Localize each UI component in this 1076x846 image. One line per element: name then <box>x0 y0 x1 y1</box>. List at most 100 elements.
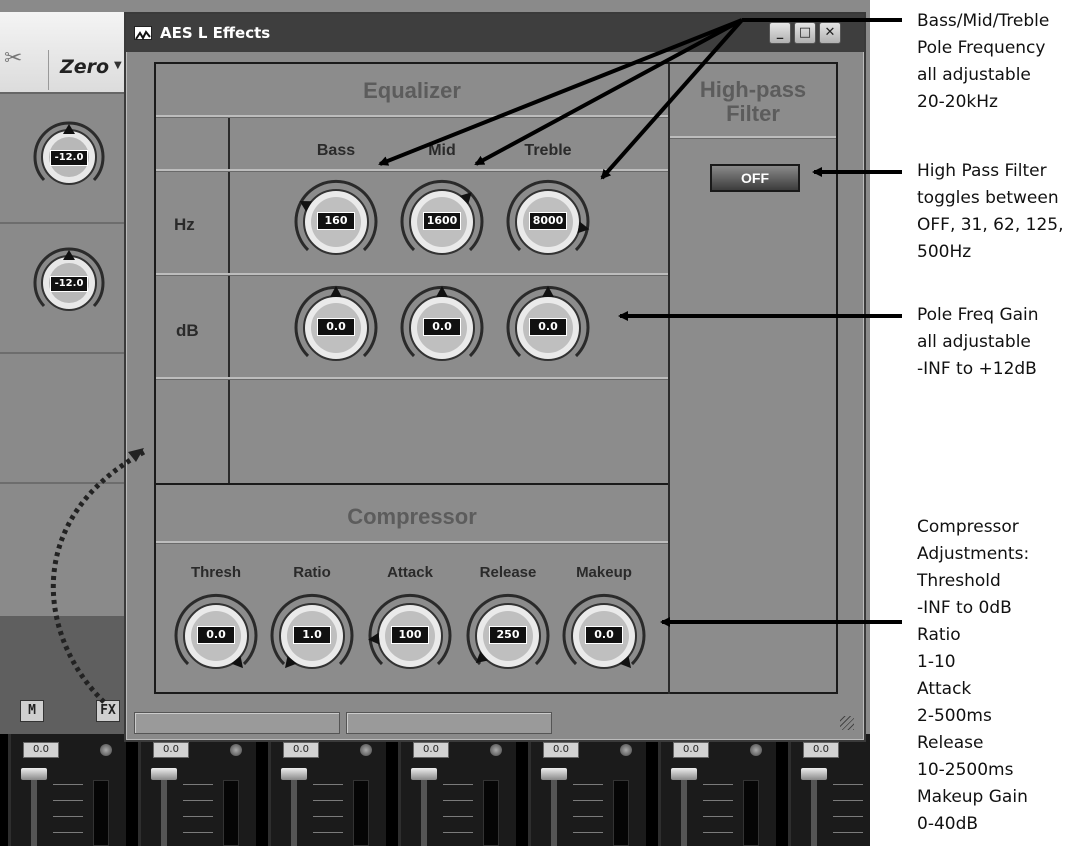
status-bar <box>130 710 858 738</box>
makeup-knob[interactable]: 0.0 <box>558 590 650 682</box>
bass-gain-knob[interactable]: 0.0 <box>290 282 382 374</box>
compressor-title: Compressor <box>347 504 477 529</box>
level-meter <box>93 780 109 846</box>
eq-row-hz: Hz <box>174 215 195 234</box>
grid-divider <box>228 116 230 484</box>
annotation-gain: Pole Freq Gain all adjustable -INF to +1… <box>917 302 1039 383</box>
fx-button[interactable]: FX <box>96 700 120 722</box>
mid-gain-knob[interactable]: 0.0 <box>396 282 488 374</box>
channel-strip: 0.0 <box>658 734 776 846</box>
close-button[interactable]: ✕ <box>819 22 841 44</box>
toolbar-divider <box>48 50 49 90</box>
preset-dropdown[interactable]: Zero <box>60 56 109 78</box>
annotation-line: Pole Freq Gain <box>917 305 1039 325</box>
mid-frequency-knob[interactable]: 1600 <box>396 176 488 268</box>
row-divider <box>0 482 135 484</box>
channel-knob[interactable]: -12.0 <box>30 244 108 322</box>
resize-grip-icon[interactable] <box>840 716 854 730</box>
treble-frequency-knob[interactable]: 8000 <box>502 176 594 268</box>
highpass-title-line2: Filter <box>726 101 780 126</box>
grid-line <box>156 541 668 543</box>
release-knob[interactable]: 250 <box>462 590 554 682</box>
grid-line <box>156 115 668 117</box>
fader-handle[interactable] <box>281 768 307 780</box>
channel-strip: 0.0 <box>528 734 646 846</box>
annotation-line: Bass/Mid/Treble <box>917 11 1050 31</box>
fader-handle[interactable] <box>541 768 567 780</box>
led-icon <box>100 744 112 756</box>
channel-strip: 0.0 <box>788 734 870 846</box>
annotation-line: 500Hz <box>917 242 972 262</box>
channel-strip: 0.0 <box>398 734 516 846</box>
annotation-line: toggles between <box>917 188 1059 208</box>
window-title: AES L Effects <box>160 24 271 42</box>
annotation-line: Release <box>917 733 984 753</box>
level-meter <box>353 780 369 846</box>
fader-handle[interactable] <box>151 768 177 780</box>
attack-knob[interactable]: 100 <box>364 590 456 682</box>
ratio-knob[interactable]: 1.0 <box>266 590 358 682</box>
channel-strip: 0.0 <box>268 734 386 846</box>
annotation-line: 2-500ms <box>917 706 992 726</box>
annotation-line: Attack <box>917 679 972 699</box>
annotation-compressor: Compressor Adjustments: Threshold -INF t… <box>917 514 1029 838</box>
compressor-label-attack: Attack <box>387 564 433 581</box>
annotation-line: Pole Frequency <box>917 38 1046 58</box>
annotation-pole-frequency: Bass/Mid/Treble Pole Frequency all adjus… <box>917 8 1049 116</box>
channel-strip: 0.0 <box>8 734 126 846</box>
channel-strip: 0.0 <box>138 734 256 846</box>
status-cell <box>346 712 552 734</box>
fader-handle[interactable] <box>801 768 827 780</box>
channel-knob[interactable]: -12.0 <box>30 118 108 196</box>
bass-frequency-knob[interactable]: 160 <box>290 176 382 268</box>
annotation-line: 20-20kHz <box>917 92 998 112</box>
fader-handle[interactable] <box>21 768 47 780</box>
grid-line <box>670 136 836 138</box>
fader-handle[interactable] <box>411 768 437 780</box>
wrench-screwdriver-icon[interactable]: ✂ <box>4 46 22 71</box>
strip-level-readout: 0.0 <box>153 742 189 758</box>
status-cell <box>134 712 340 734</box>
highpass-toggle-button[interactable]: OFF <box>710 164 800 192</box>
eq-row-db: dB <box>176 321 199 340</box>
knob-readout: 0.0 <box>529 318 567 336</box>
annotation-line: -INF to +12dB <box>917 359 1037 379</box>
fader-scale <box>313 770 343 846</box>
strip-level-readout: 0.0 <box>803 742 839 758</box>
fader-track <box>681 780 687 846</box>
knob-readout: -12.0 <box>50 150 88 166</box>
fader-scale <box>53 770 83 846</box>
knob-readout: 1.0 <box>293 626 331 644</box>
fader-handle[interactable] <box>671 768 697 780</box>
maximize-button[interactable]: □ <box>794 22 816 44</box>
annotation-line: all adjustable <box>917 332 1031 352</box>
annotation-line: 0-40dB <box>917 814 979 834</box>
strip-level-readout: 0.0 <box>413 742 449 758</box>
led-icon <box>360 744 372 756</box>
fader-scale <box>703 770 733 846</box>
minimize-button[interactable]: _ <box>769 22 791 44</box>
level-meter <box>613 780 629 846</box>
annotation-line: -INF to 0dB <box>917 598 1012 618</box>
annotation-line: Compressor <box>917 517 1019 537</box>
threshold-knob[interactable]: 0.0 <box>170 590 262 682</box>
annotation-line: all adjustable <box>917 65 1031 85</box>
chevron-down-icon[interactable]: ▼ <box>114 60 122 71</box>
grid-line <box>156 273 668 275</box>
fader-scale <box>443 770 473 846</box>
level-meter <box>223 780 239 846</box>
compressor-label-release: Release <box>479 564 537 581</box>
knob-readout: 0.0 <box>197 626 235 644</box>
annotation-high-pass: High Pass Filter toggles between OFF, 31… <box>917 158 1063 266</box>
annotation-line: Threshold <box>917 571 1001 591</box>
eq-column-mid: Mid <box>428 142 456 159</box>
treble-gain-knob[interactable]: 0.0 <box>502 282 594 374</box>
mute-button[interactable]: M <box>20 700 44 722</box>
highpass-title: High-pass Filter <box>670 78 836 126</box>
annotation-line: High Pass Filter <box>917 161 1047 181</box>
knob-readout: 0.0 <box>423 318 461 336</box>
knob-readout: 1600 <box>423 212 461 230</box>
window-titlebar[interactable]: AES L Effects _ □ ✕ <box>126 14 864 52</box>
fader-scale <box>833 770 863 846</box>
fader-scale <box>183 770 213 846</box>
